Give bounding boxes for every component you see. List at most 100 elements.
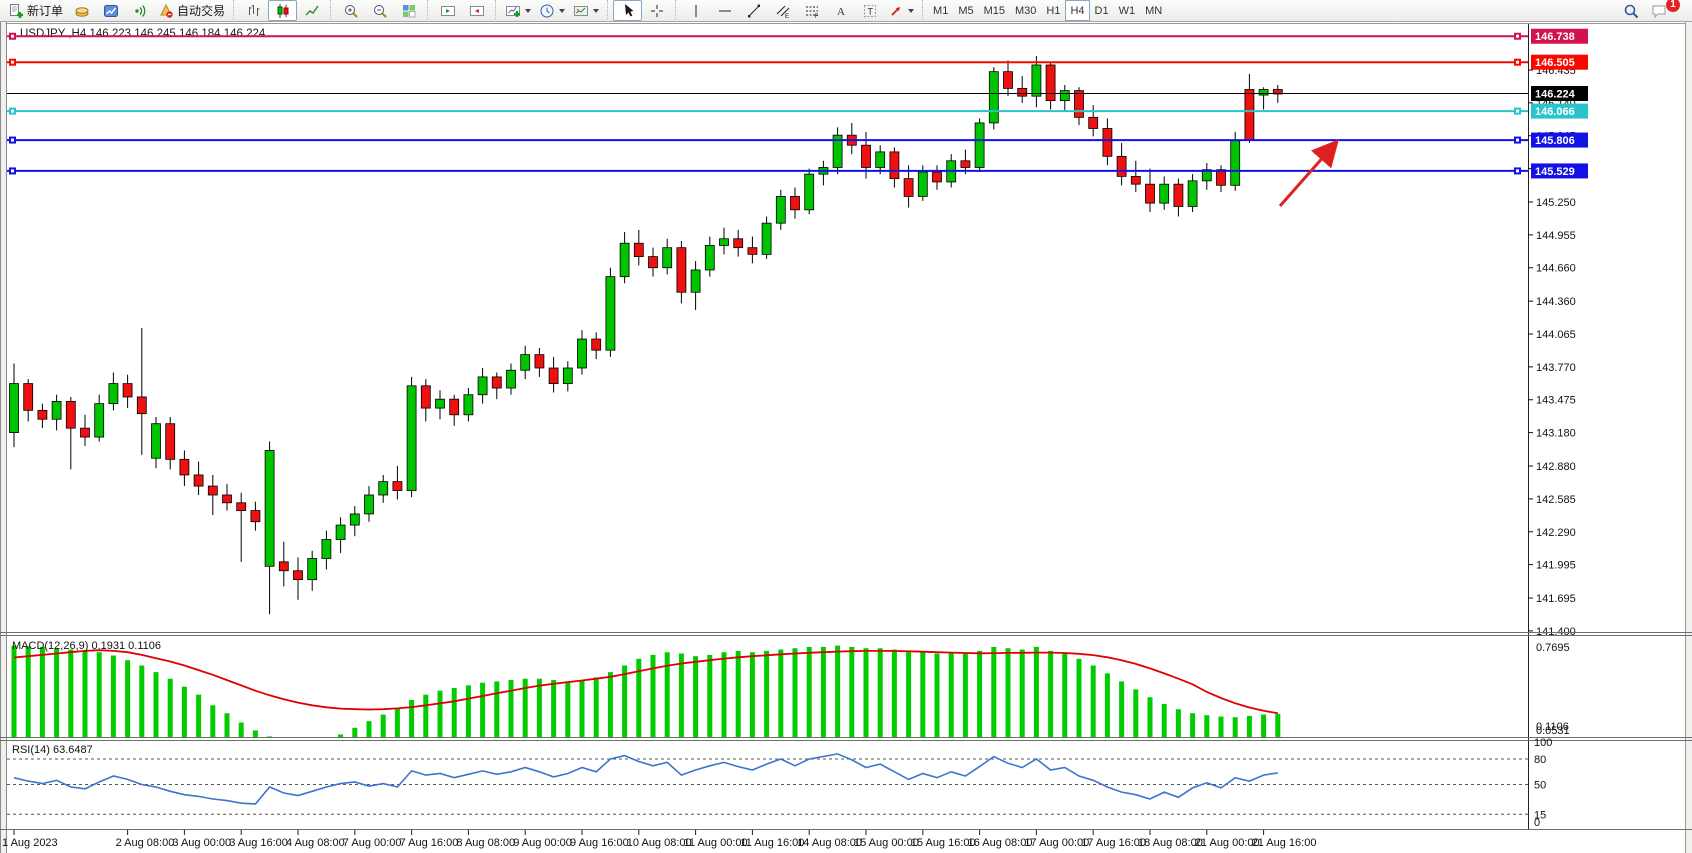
- timeframe-mn[interactable]: MN: [1140, 0, 1167, 21]
- svg-text:9 Aug 16:00: 9 Aug 16:00: [570, 837, 629, 849]
- timeframe-m1[interactable]: M1: [928, 0, 953, 21]
- gold-stack-icon: [74, 3, 90, 19]
- svg-text:142.290: 142.290: [1536, 527, 1576, 539]
- chevron-down-icon: [559, 9, 565, 13]
- rsi-label: RSI(14) 63.6487: [12, 744, 93, 756]
- svg-text:8 Aug 08:00: 8 Aug 08:00: [456, 837, 515, 849]
- signal-icon: [132, 3, 148, 19]
- svg-text:3 Aug 16:00: 3 Aug 16:00: [229, 837, 288, 849]
- crosshair-button[interactable]: [642, 0, 671, 21]
- search-button[interactable]: [1616, 0, 1645, 21]
- svg-text:10 Aug 08:00: 10 Aug 08:00: [627, 837, 692, 849]
- channel-icon: E: [775, 3, 791, 19]
- svg-text:21 Aug 16:00: 21 Aug 16:00: [1252, 837, 1317, 849]
- autotrade-button[interactable]: 自动交易: [154, 0, 229, 21]
- trendline-icon: [746, 3, 762, 19]
- chart-title: USDJPY ,H4 146.223 146.245 146.184 146.2…: [20, 28, 266, 40]
- svg-text:14 Aug 08:00: 14 Aug 08:00: [797, 837, 862, 849]
- tile-windows-icon: [401, 3, 417, 19]
- svg-text:144.660: 144.660: [1536, 263, 1576, 275]
- text-a-icon: A: [833, 3, 849, 19]
- svg-text:141.695: 141.695: [1536, 593, 1576, 605]
- indicators-button[interactable]: [501, 0, 535, 21]
- svg-text:146.505: 146.505: [1535, 57, 1575, 69]
- svg-text:21 Aug 00:00: 21 Aug 00:00: [1195, 837, 1260, 849]
- auto-scroll-button[interactable]: [433, 0, 462, 21]
- svg-text:145.806: 145.806: [1535, 135, 1575, 147]
- template-icon: [573, 3, 589, 19]
- zoom-in-button[interactable]: [336, 0, 365, 21]
- timeframe-h1[interactable]: H1: [1041, 0, 1065, 21]
- zoom-out-button[interactable]: [365, 0, 394, 21]
- trendline-button[interactable]: [739, 0, 768, 21]
- chart-canvas[interactable]: USDJPY ,H4 146.223 146.245 146.184 146.2…: [0, 22, 1692, 853]
- horizontal-line-button[interactable]: [710, 0, 739, 21]
- svg-text:3 Aug 00:00: 3 Aug 00:00: [172, 837, 231, 849]
- notification-badge: 1: [1666, 0, 1680, 12]
- timeframe-m30[interactable]: M30: [1010, 0, 1041, 21]
- svg-text:A: A: [837, 6, 845, 18]
- timeframe-h4[interactable]: H4: [1065, 0, 1089, 21]
- svg-text:144.065: 144.065: [1536, 329, 1576, 341]
- tile-windows-button[interactable]: [394, 0, 423, 21]
- svg-text:17 Aug 16:00: 17 Aug 16:00: [1081, 837, 1146, 849]
- svg-text:9 Aug 00:00: 9 Aug 00:00: [513, 837, 572, 849]
- svg-text:143.475: 143.475: [1536, 395, 1576, 407]
- svg-text:142.880: 142.880: [1536, 461, 1576, 473]
- svg-text:17 Aug 00:00: 17 Aug 00:00: [1024, 837, 1089, 849]
- timeframe-d1[interactable]: D1: [1090, 0, 1114, 21]
- auto-scroll-icon: [440, 3, 456, 19]
- text-label-button[interactable]: T: [855, 0, 884, 21]
- chat-button[interactable]: 1: [1645, 0, 1674, 21]
- candlestick-chart-button[interactable]: [268, 0, 297, 21]
- arrows-tool-button[interactable]: [884, 0, 918, 21]
- chevron-down-icon: [908, 9, 914, 13]
- timeframe-m15[interactable]: M15: [979, 0, 1010, 21]
- cursor-button[interactable]: [613, 0, 642, 21]
- vertical-line-icon: [688, 3, 704, 19]
- text-button[interactable]: A: [826, 0, 855, 21]
- new-order-label: 新订单: [27, 2, 63, 19]
- timeframe-m5[interactable]: M5: [953, 0, 978, 21]
- periods-button[interactable]: [535, 0, 569, 21]
- svg-text:100: 100: [1534, 737, 1552, 749]
- vertical-line-button[interactable]: [681, 0, 710, 21]
- line-chart-icon: [304, 3, 320, 19]
- macd-label: MACD(12,26,9) 0.1931 0.1106: [12, 640, 161, 652]
- svg-text:144.360: 144.360: [1536, 296, 1576, 308]
- news-signal-button[interactable]: [125, 0, 154, 21]
- fibonacci-button[interactable]: F: [797, 0, 826, 21]
- svg-text:0: 0: [1534, 817, 1540, 829]
- chevron-down-icon: [525, 9, 531, 13]
- new-order-icon: [8, 3, 24, 19]
- svg-text:143.180: 143.180: [1536, 428, 1576, 440]
- autotrade-label: 自动交易: [177, 2, 225, 19]
- autotrade-icon: [158, 3, 174, 19]
- data-window-button[interactable]: [96, 0, 125, 21]
- line-chart-button[interactable]: [297, 0, 326, 21]
- svg-text:11 Aug 00:00: 11 Aug 00:00: [684, 837, 748, 849]
- svg-text:7 Aug 00:00: 7 Aug 00:00: [343, 837, 402, 849]
- svg-text:80: 80: [1534, 754, 1546, 766]
- bar-chart-button[interactable]: [239, 0, 268, 21]
- chart-frame: [0, 22, 1692, 853]
- svg-text:144.955: 144.955: [1536, 230, 1576, 242]
- svg-text:16 Aug 08:00: 16 Aug 08:00: [968, 837, 1033, 849]
- svg-text:50: 50: [1534, 780, 1546, 792]
- svg-text:F: F: [814, 14, 818, 19]
- timeframe-w1[interactable]: W1: [1114, 0, 1141, 21]
- svg-text:145.529: 145.529: [1535, 166, 1575, 178]
- templates-button[interactable]: [569, 0, 603, 21]
- market-watch-button[interactable]: [67, 0, 96, 21]
- new-order-button[interactable]: 新订单: [4, 0, 67, 21]
- fibonacci-icon: F: [804, 3, 820, 19]
- svg-text:143.770: 143.770: [1536, 362, 1576, 374]
- svg-text:T: T: [867, 6, 873, 16]
- search-icon: [1623, 3, 1639, 19]
- blue-chart-icon: [103, 3, 119, 19]
- equidistant-channel-button[interactable]: E: [768, 0, 797, 21]
- svg-text:1 Aug 2023: 1 Aug 2023: [2, 837, 58, 849]
- svg-text:15 Aug 00:00: 15 Aug 00:00: [854, 837, 919, 849]
- chart-shift-button[interactable]: [462, 0, 491, 21]
- cursor-icon: [620, 3, 636, 19]
